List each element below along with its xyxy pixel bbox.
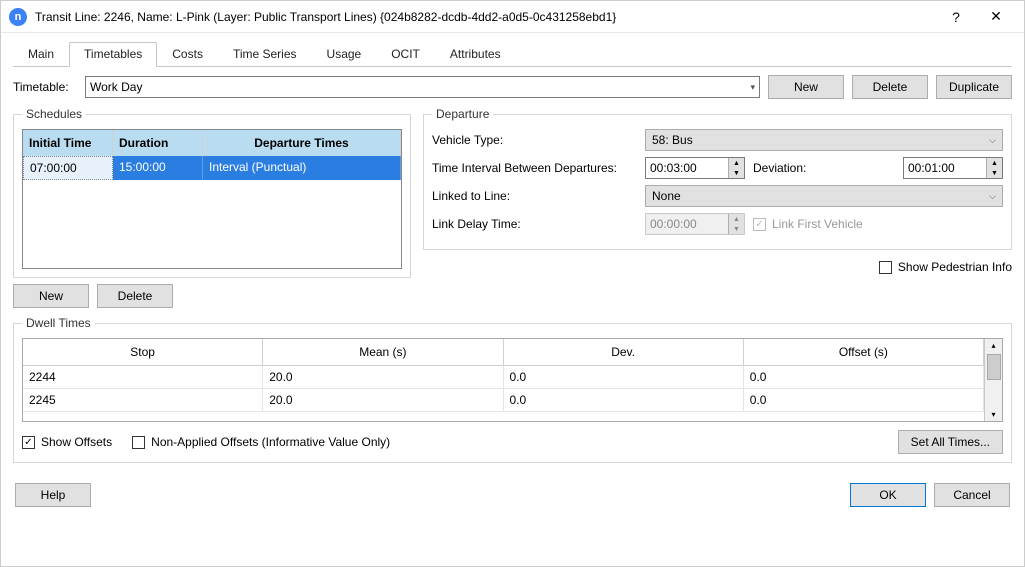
timetable-duplicate-button[interactable]: Duplicate	[936, 75, 1012, 99]
titlebar: n Transit Line: 2246, Name: L-Pink (Laye…	[1, 1, 1024, 33]
interval-value[interactable]: 00:03:00	[646, 158, 728, 178]
dwell-cell-dev[interactable]: 0.0	[504, 389, 744, 412]
sched-cell-departures[interactable]: Interval (Punctual)	[203, 156, 401, 180]
dwell-row[interactable]: 2245 20.0 0.0 0.0	[23, 389, 984, 412]
schedules-group: Schedules Initial Time Duration Departur…	[13, 107, 411, 278]
dwell-row[interactable]: 2244 20.0 0.0 0.0	[23, 366, 984, 389]
delay-label: Link Delay Time:	[432, 217, 637, 231]
schedule-delete-button[interactable]: Delete	[97, 284, 173, 308]
link-first-label: Link First Vehicle	[772, 217, 863, 231]
interval-label: Time Interval Between Departures:	[432, 161, 637, 175]
non-applied-label: Non-Applied Offsets (Informative Value O…	[151, 435, 390, 449]
timetable-select[interactable]: Work Day ▾	[85, 76, 760, 98]
chevron-down-icon: ⌵	[989, 135, 996, 146]
dwell-group: Dwell Times Stop Mean (s) Dev. Offset (s…	[13, 316, 1012, 463]
help-button[interactable]: Help	[15, 483, 91, 507]
checkbox-icon[interactable]: ✓	[22, 436, 35, 449]
close-icon[interactable]: ✕	[976, 1, 1016, 33]
vehicle-type-select[interactable]: 58: Bus ⌵	[645, 129, 1003, 151]
app-icon: n	[9, 8, 27, 26]
dwell-cell-offset[interactable]: 0.0	[744, 389, 984, 412]
dwell-scrollbar[interactable]: ▴ ▾	[984, 339, 1002, 421]
dwell-cell-mean[interactable]: 20.0	[263, 389, 503, 412]
scroll-down-icon[interactable]: ▾	[991, 408, 995, 421]
vehicle-type-value: 58: Bus	[652, 133, 693, 147]
checkbox-icon[interactable]	[132, 436, 145, 449]
schedule-row[interactable]: 07:00:00 15:00:00 Interval (Punctual)	[23, 156, 401, 180]
scroll-up-icon[interactable]: ▴	[991, 339, 995, 352]
tab-costs[interactable]: Costs	[157, 42, 218, 67]
departure-legend: Departure	[432, 107, 493, 121]
cancel-button[interactable]: Cancel	[934, 483, 1010, 507]
help-icon[interactable]: ?	[936, 1, 976, 33]
checkbox-icon: ✓	[753, 218, 766, 231]
dwell-table[interactable]: Stop Mean (s) Dev. Offset (s) 2244 20.0 …	[23, 339, 984, 421]
show-pedestrian-checkbox[interactable]: Show Pedestrian Info	[879, 260, 1012, 274]
tab-time-series[interactable]: Time Series	[218, 42, 312, 67]
tab-usage[interactable]: Usage	[312, 42, 377, 67]
spinner-down-icon[interactable]: ▼	[987, 168, 1002, 178]
departure-group: Departure Vehicle Type: 58: Bus ⌵ Time I…	[423, 107, 1012, 250]
dwell-cell-offset[interactable]: 0.0	[744, 366, 984, 389]
spinner-down-icon[interactable]: ▼	[729, 168, 744, 178]
set-all-times-button[interactable]: Set All Times...	[898, 430, 1003, 454]
delay-value: 00:00:00	[646, 214, 728, 234]
linked-label: Linked to Line:	[432, 189, 637, 203]
scroll-thumb[interactable]	[987, 354, 1001, 380]
sched-col-departures: Departure Times	[203, 130, 401, 156]
dwell-col-stop: Stop	[23, 339, 263, 366]
schedule-new-button[interactable]: New	[13, 284, 89, 308]
vehicle-type-label: Vehicle Type:	[432, 133, 637, 147]
chevron-down-icon: ▾	[750, 82, 755, 93]
dwell-col-offset: Offset (s)	[744, 339, 984, 366]
window-title: Transit Line: 2246, Name: L-Pink (Layer:…	[35, 10, 936, 24]
spinner-up-icon[interactable]: ▲	[729, 158, 744, 168]
chevron-down-icon: ⌵	[989, 191, 996, 202]
timetable-label: Timetable:	[13, 80, 77, 94]
checkbox-icon[interactable]	[879, 261, 892, 274]
deviation-label: Deviation:	[753, 161, 806, 175]
schedules-table[interactable]: Initial Time Duration Departure Times 07…	[22, 129, 402, 269]
show-offsets-checkbox[interactable]: ✓ Show Offsets	[22, 435, 112, 449]
linked-line-value: None	[652, 189, 681, 203]
dwell-col-dev: Dev.	[504, 339, 744, 366]
interval-spinner[interactable]: 00:03:00 ▲▼	[645, 157, 745, 179]
schedules-legend: Schedules	[22, 107, 86, 121]
spinner-up-icon: ▲	[729, 214, 744, 224]
sched-col-duration: Duration	[113, 130, 203, 156]
sched-col-initial: Initial Time	[23, 130, 113, 156]
delay-spinner: 00:00:00 ▲▼	[645, 213, 745, 235]
ok-button[interactable]: OK	[850, 483, 926, 507]
non-applied-checkbox[interactable]: Non-Applied Offsets (Informative Value O…	[132, 435, 390, 449]
timetable-delete-button[interactable]: Delete	[852, 75, 928, 99]
dwell-cell-mean[interactable]: 20.0	[263, 366, 503, 389]
spinner-up-icon[interactable]: ▲	[987, 158, 1002, 168]
tab-ocit[interactable]: OCIT	[376, 42, 435, 67]
dwell-cell-stop[interactable]: 2244	[23, 366, 263, 389]
tab-attributes[interactable]: Attributes	[435, 42, 516, 67]
link-first-checkbox: ✓ Link First Vehicle	[753, 217, 863, 231]
timetable-value: Work Day	[90, 80, 142, 94]
tab-bar: Main Timetables Costs Time Series Usage …	[13, 41, 1012, 67]
show-pedestrian-label: Show Pedestrian Info	[898, 260, 1012, 274]
dwell-col-mean: Mean (s)	[263, 339, 503, 366]
dwell-legend: Dwell Times	[22, 316, 95, 330]
tab-timetables[interactable]: Timetables	[69, 42, 157, 67]
deviation-value[interactable]: 00:01:00	[904, 158, 986, 178]
tab-main[interactable]: Main	[13, 42, 69, 67]
linked-line-select[interactable]: None ⌵	[645, 185, 1003, 207]
timetable-new-button[interactable]: New	[768, 75, 844, 99]
show-offsets-label: Show Offsets	[41, 435, 112, 449]
dwell-cell-stop[interactable]: 2245	[23, 389, 263, 412]
sched-cell-initial[interactable]: 07:00:00	[23, 156, 113, 180]
sched-cell-duration[interactable]: 15:00:00	[113, 156, 203, 180]
dwell-cell-dev[interactable]: 0.0	[504, 366, 744, 389]
spinner-down-icon: ▼	[729, 224, 744, 234]
deviation-spinner[interactable]: 00:01:00 ▲▼	[903, 157, 1003, 179]
